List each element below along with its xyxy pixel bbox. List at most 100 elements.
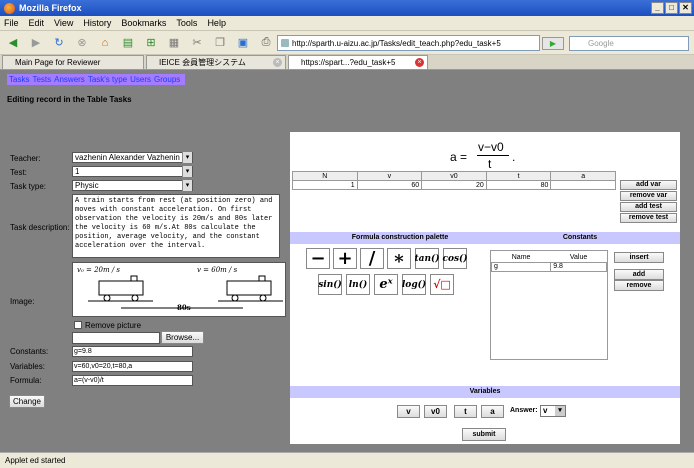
plus-button[interactable]: +	[333, 248, 357, 269]
table-header: a	[550, 171, 616, 181]
var-v-button[interactable]: v	[397, 405, 420, 418]
table-cell: 80	[485, 180, 552, 190]
test-select[interactable]: 1	[72, 166, 193, 177]
browse-button[interactable]: Browse...	[161, 331, 204, 344]
palette-band: Formula construction palette Constants	[290, 232, 680, 244]
ln-button[interactable]: ln()	[346, 274, 370, 295]
v0-text: v₀ = 20m / s	[77, 266, 120, 274]
reload-icon[interactable]: ↻	[50, 34, 68, 52]
nav-answers-link[interactable]: Answers	[54, 75, 85, 84]
const-cell: g	[490, 261, 552, 272]
print-preview-icon[interactable]: ▦	[165, 34, 183, 52]
answer-label: Answer:	[510, 407, 538, 414]
tab-close-icon[interactable]: ×	[415, 58, 424, 67]
const-header: Value	[569, 253, 588, 261]
status-text: Applet ed started	[5, 456, 66, 465]
url-bar[interactable]: http://sparth.u-aizu.ac.jp/Tasks/edit_te…	[277, 35, 540, 51]
menu-help[interactable]: Help	[207, 18, 226, 28]
teacher-select[interactable]: vazhenin Alexander Vazhenin	[72, 152, 193, 163]
search-input[interactable]: Google	[569, 36, 689, 51]
menu-history[interactable]: History	[83, 18, 111, 28]
close-window-button[interactable]: ✕	[679, 2, 692, 14]
copy-icon[interactable]: ❐	[211, 34, 229, 52]
remove-test-button[interactable]: remove test	[620, 213, 677, 223]
constants-label: Constants:	[10, 347, 49, 356]
image-label: Image:	[10, 297, 35, 306]
add-var-button[interactable]: add var	[620, 180, 677, 190]
formula-numerator: v−v0	[478, 140, 504, 154]
paste-icon[interactable]: ▣	[234, 34, 252, 52]
file-path-input[interactable]	[72, 332, 160, 344]
add-constant-button[interactable]: add	[614, 269, 664, 280]
constants-input[interactable]: g=9.8	[72, 346, 193, 357]
window-controls: _ □ ✕	[651, 2, 692, 14]
table-cell: 60	[356, 180, 423, 190]
constants-title: Constants	[562, 234, 598, 241]
cut-icon[interactable]: ✂	[188, 34, 206, 52]
cos-button[interactable]: cos()	[442, 248, 468, 269]
sqrt-button[interactable]: √□	[430, 274, 454, 295]
tab-close-icon[interactable]: ×	[273, 58, 282, 67]
train-diagram: v₀ = 20m / s v = 60m / s 80s	[77, 266, 283, 312]
nav-groups-link[interactable]: Groups	[154, 75, 180, 84]
maximize-button[interactable]: □	[665, 2, 678, 14]
var-v0-button[interactable]: v0	[424, 405, 447, 418]
tan-button[interactable]: tan()	[414, 248, 440, 269]
task-image: v₀ = 20m / s v = 60m / s 80s	[72, 262, 286, 317]
remove-constant-button[interactable]: remove	[614, 280, 664, 291]
tab-main-page[interactable]: Main Page for Reviewer	[2, 55, 144, 69]
nav-tasks-link[interactable]: Tasks	[9, 75, 29, 84]
minus-button[interactable]: −	[306, 248, 330, 269]
new-tab-icon[interactable]: ⊞	[142, 34, 160, 52]
test-label: Test:	[10, 168, 27, 177]
submit-button[interactable]: submit	[462, 428, 506, 441]
answer-select[interactable]: v ▾	[540, 405, 566, 417]
var-a-button[interactable]: a	[481, 405, 504, 418]
minimize-button[interactable]: _	[651, 2, 664, 14]
menu-edit[interactable]: Edit	[29, 18, 45, 28]
back-icon[interactable]: ◀	[4, 34, 22, 52]
print-icon[interactable]: ⎙	[257, 34, 275, 52]
sin-button[interactable]: sin()	[318, 274, 342, 295]
variables-table[interactable]: N v v0 t a 1 60 20 80	[292, 171, 616, 190]
exp-button[interactable]: eˣ	[374, 274, 398, 295]
log-button[interactable]: log()	[402, 274, 426, 295]
window-titlebar: Mozilla Firefox	[0, 0, 694, 16]
menu-file[interactable]: File	[4, 18, 19, 28]
tab-label: https://spart...?edu_task+5	[301, 58, 396, 67]
table-header: v0	[421, 171, 487, 181]
bookmark-icon[interactable]: ▤	[119, 34, 137, 52]
constants-list[interactable]: Name Value g 9.8	[490, 250, 608, 360]
task-type-select[interactable]: Physic	[72, 180, 193, 191]
menu-tools[interactable]: Tools	[176, 18, 197, 28]
variables-input[interactable]: v=60,v0=20,t=80,a	[72, 361, 193, 372]
palette-title: Formula construction palette	[351, 234, 449, 241]
divide-button[interactable]: /	[360, 248, 384, 269]
change-button[interactable]: Change	[9, 395, 45, 408]
home-icon[interactable]: ⌂	[96, 34, 114, 52]
var-t-button[interactable]: t	[454, 405, 477, 418]
nav-task-type-link[interactable]: Task's type	[88, 75, 127, 84]
add-test-button[interactable]: add test	[620, 202, 677, 212]
nav-tests-link[interactable]: Tests	[32, 75, 51, 84]
tab-edit-task[interactable]: https://spart...?edu_task+5 ×	[288, 55, 428, 69]
tab-ieice[interactable]: IEICE 会員管理システム ×	[146, 55, 286, 69]
v-text: v = 60m / s	[197, 266, 238, 274]
forward-icon[interactable]: ▶	[27, 34, 45, 52]
go-button[interactable]: ▶	[542, 37, 564, 50]
remove-picture-checkbox[interactable]	[74, 321, 82, 329]
remove-var-button[interactable]: remove var	[620, 191, 677, 201]
multiply-button[interactable]: ∗	[387, 248, 411, 269]
variables-title: Variables	[290, 386, 680, 398]
task-description-textarea[interactable]: A train starts from rest (at position ze…	[72, 194, 280, 258]
nav-users-link[interactable]: Users	[130, 75, 151, 84]
formula-input[interactable]: a=(v-v0)/t	[72, 375, 193, 386]
menu-view[interactable]: View	[54, 18, 73, 28]
menu-bookmarks[interactable]: Bookmarks	[121, 18, 166, 28]
status-bar: Applet ed started	[0, 452, 694, 468]
chevron-down-icon[interactable]: ▾	[555, 406, 565, 416]
stop-icon[interactable]: ⊗	[73, 34, 91, 52]
insert-button[interactable]: insert	[614, 252, 664, 263]
formula-lhs: a =	[450, 150, 468, 164]
const-cell: 9.8	[550, 261, 607, 272]
